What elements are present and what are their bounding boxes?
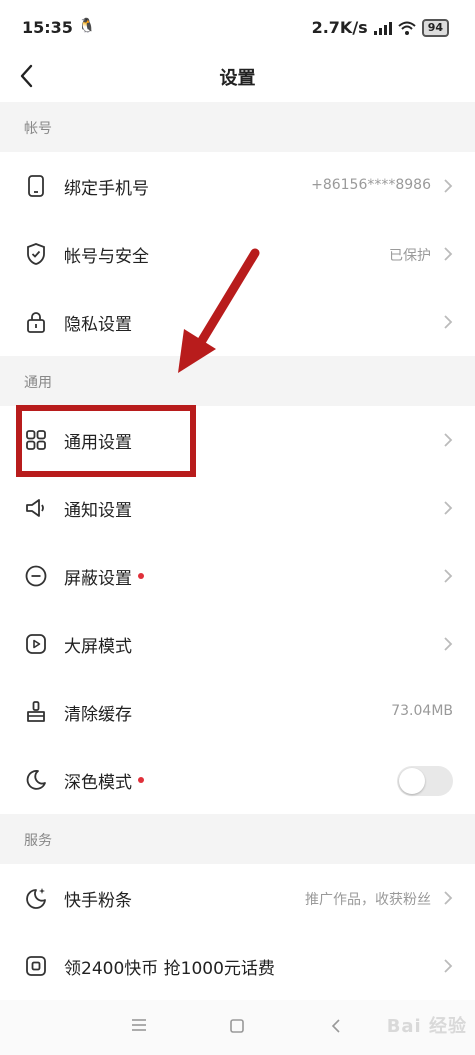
signal-icon: [373, 21, 392, 35]
section-title-account: 帐号: [24, 121, 52, 137]
row-value: +86156****8986: [311, 177, 431, 193]
row-label-text: 深色模式: [64, 773, 132, 793]
lock-icon: [27, 312, 45, 333]
row-label: 屏蔽设置: [64, 564, 144, 589]
annotation-arrow-icon: [178, 248, 260, 373]
play-square-icon: [26, 634, 46, 654]
row-label: 通知设置: [64, 501, 132, 521]
page-title: 设置: [219, 68, 256, 89]
row-value: 已保护: [389, 248, 431, 264]
chevron-right-icon: [444, 637, 453, 651]
services-group: 快手粉条 推广作品，收获粉丝 领2400快币 抢1000元话费: [0, 864, 475, 1000]
row-kuaishou-fentiao[interactable]: 快手粉条 推广作品，收获粉丝: [0, 864, 475, 932]
row-value: 推广作品，收获粉丝: [305, 892, 431, 908]
network-speed: 2.7K/s: [311, 18, 368, 37]
menu-icon[interactable]: [130, 1018, 148, 1032]
status-time: 15:35: [22, 18, 73, 37]
status-right: 2.7K/s 94: [312, 18, 449, 37]
row-label: 帐号与安全: [64, 247, 149, 267]
home-square-icon[interactable]: [229, 1018, 245, 1034]
row-label: 隐私设置: [64, 315, 132, 335]
dark-mode-toggle[interactable]: [397, 766, 453, 796]
chevron-right-icon: [444, 247, 453, 261]
row-label: 领2400快币 抢1000元话费: [64, 959, 275, 979]
cache-size-value: 73.04MB: [391, 703, 453, 719]
nav-bar: 设置: [0, 52, 475, 102]
broom-icon: [27, 701, 45, 722]
penguin-icon: 🐧: [78, 18, 96, 34]
coin-card-icon: [26, 956, 46, 976]
row-label: 清除缓存: [64, 705, 132, 725]
minus-circle-icon: [25, 565, 47, 587]
phone-icon: [28, 175, 44, 197]
moon-icon: [26, 770, 46, 790]
annotation-highlight-box: [16, 405, 196, 477]
speaker-icon: [26, 499, 44, 517]
row-bind-phone[interactable]: 绑定手机号 +86156****8986: [0, 152, 475, 220]
back-nav-icon[interactable]: [330, 1018, 342, 1034]
row-label: 快手粉条: [64, 891, 132, 911]
watermark: Bai 经验: [386, 1016, 467, 1037]
row-label: 深色模式: [64, 768, 144, 793]
red-dot-badge: [138, 573, 144, 579]
status-bar: 15:35 🐧 2.7K/s 94: [0, 0, 475, 52]
chevron-right-icon: [444, 891, 453, 905]
chevron-right-icon: [444, 315, 453, 329]
section-header-account: 帐号: [0, 102, 475, 152]
section-title-services: 服务: [24, 833, 52, 849]
wifi-icon: [398, 21, 416, 35]
chevron-right-icon: [444, 501, 453, 515]
sparkle-moon-icon: [26, 888, 46, 909]
row-label: 大屏模式: [64, 637, 132, 657]
row-large-screen-mode[interactable]: 大屏模式: [0, 610, 475, 678]
row-notification-settings[interactable]: 通知设置: [0, 474, 475, 542]
row-clear-cache[interactable]: 清除缓存 73.04MB: [0, 678, 475, 746]
section-header-services: 服务: [0, 814, 475, 864]
chevron-right-icon: [444, 433, 453, 447]
battery-indicator: 94: [421, 18, 449, 37]
toggle-knob: [399, 768, 425, 794]
row-coin-reward[interactable]: 领2400快币 抢1000元话费: [0, 932, 475, 1000]
section-title-general: 通用: [24, 375, 52, 391]
row-dark-mode[interactable]: 深色模式: [0, 746, 475, 814]
row-label: 绑定手机号: [64, 179, 149, 199]
shield-check-icon: [27, 243, 45, 265]
chevron-right-icon: [444, 569, 453, 583]
red-dot-badge: [138, 777, 144, 783]
row-label-text: 屏蔽设置: [64, 569, 132, 589]
chevron-right-icon: [444, 959, 453, 973]
chevron-right-icon: [444, 179, 453, 193]
row-block-settings[interactable]: 屏蔽设置: [0, 542, 475, 610]
